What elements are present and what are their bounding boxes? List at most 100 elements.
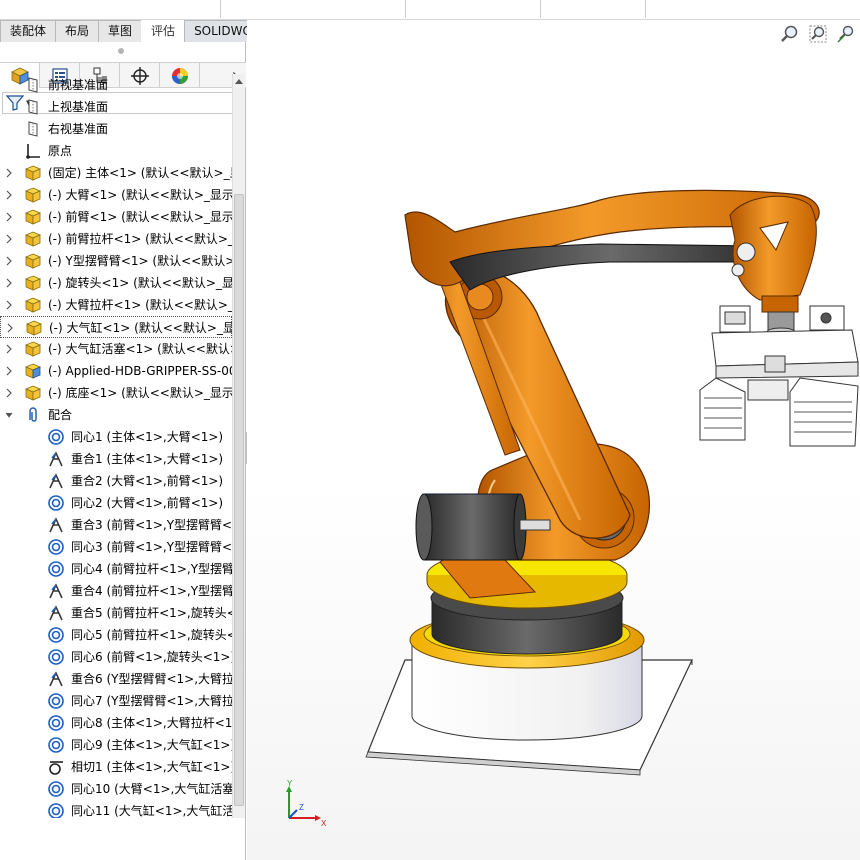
tree-item-right-plane[interactable]: 右视基准面: [0, 118, 232, 140]
tab-layout[interactable]: 布局: [55, 20, 100, 42]
tree-item-component[interactable]: (-) Y型摆臂臂<1> (默认<<默认>_: [0, 250, 232, 272]
tree-item-label: (固定) 主体<1> (默认<<默认>_显示: [48, 166, 232, 180]
tree-item-component[interactable]: (-) 大臂拉杆<1> (默认<<默认>_显: [0, 294, 232, 316]
graphics-area[interactable]: Y X Z: [247, 20, 860, 860]
concentric-mate-icon: [48, 649, 64, 665]
triad-x-label: X: [321, 819, 327, 828]
tree-item-mates-folder[interactable]: 配合: [0, 404, 232, 426]
expand-arrow-icon[interactable]: [4, 255, 14, 267]
tree-item-top-plane[interactable]: 上视基准面: [0, 96, 232, 118]
mate-item[interactable]: 同心3 (前臂<1>,Y型摆臂臂<1: [0, 536, 232, 558]
part-component-icon: [24, 165, 42, 181]
tab-evaluate[interactable]: 评估: [141, 20, 186, 42]
mate-item[interactable]: 同心11 (大气缸<1>,大气缸活: [0, 800, 232, 818]
mate-label: 重合5 (前臂拉杆<1>,旋转头<: [71, 606, 232, 620]
triad-y-label: Y: [287, 780, 293, 788]
mate-item[interactable]: 同心5 (前臂拉杆<1>,旋转头<: [0, 624, 232, 646]
mate-item[interactable]: 重合3 (前臂<1>,Y型摆臂臂<1: [0, 514, 232, 536]
tree-item-component[interactable]: (-) 前臂<1> (默认<<默认>_显示状: [0, 206, 232, 228]
concentric-mate-icon: [48, 429, 64, 445]
concentric-mate-icon: [48, 737, 64, 753]
expand-arrow-icon[interactable]: [4, 277, 14, 289]
coincident-mate-icon: [49, 473, 63, 489]
expand-arrow-icon[interactable]: [4, 343, 14, 355]
coincident-mate-icon: [49, 671, 63, 687]
mate-item[interactable]: 同心2 (大臂<1>,前臂<1>): [0, 492, 232, 514]
mate-item[interactable]: 同心6 (前臂<1>,旋转头<1>): [0, 646, 232, 668]
mate-item[interactable]: 重合2 (大臂<1>,前臂<1>): [0, 470, 232, 492]
tree-item-label: (-) 大臂<1> (默认<<默认>_显示状: [48, 188, 232, 202]
concentric-mate-icon: [48, 539, 64, 555]
concentric-mate-icon: [48, 627, 64, 643]
tree-item-label: (-) 旋转头<1> (默认<<默认>_显示: [48, 276, 232, 290]
scrollbar-thumb[interactable]: [234, 194, 244, 806]
tree-item-origin[interactable]: 原点: [0, 140, 232, 162]
mate-item[interactable]: 重合5 (前臂拉杆<1>,旋转头<: [0, 602, 232, 624]
mate-label: 同心1 (主体<1>,大臂<1>): [71, 430, 224, 444]
mate-item[interactable]: 同心7 (Y型摆臂臂<1>,大臂拉: [0, 690, 232, 712]
expand-arrow-icon[interactable]: [4, 189, 14, 201]
mate-label: 相切1 (主体<1>,大气缸<1>): [71, 760, 232, 774]
tree-item-label: (-) Applied-HDB-GRIPPER-SS-00: [48, 364, 232, 378]
tree-item-label: (-) 大臂拉杆<1> (默认<<默认>_显: [48, 298, 232, 312]
tree-item-component[interactable]: (-) 旋转头<1> (默认<<默认>_显示: [0, 272, 232, 294]
coincident-mate-icon: [49, 451, 63, 467]
mate-label: 同心5 (前臂拉杆<1>,旋转头<: [71, 628, 232, 642]
mate-label: 重合4 (前臂拉杆<1>,Y型摆臂: [71, 584, 232, 598]
concentric-mate-icon: [48, 561, 64, 577]
part-component-icon: [24, 341, 42, 357]
tab-assembly[interactable]: 装配体: [0, 20, 57, 42]
reference-triad: Y X Z: [286, 780, 327, 828]
tree-item-component[interactable]: (固定) 主体<1> (默认<<默认>_显示: [0, 162, 232, 184]
coincident-mate-icon: [49, 517, 63, 533]
concentric-mate-icon: [48, 715, 64, 731]
tree-item-component[interactable]: (-) 前臂拉杆<1> (默认<<默认>_显: [0, 228, 232, 250]
tree-item-component[interactable]: (-) 大气缸活塞<1> (默认<<默认>_: [0, 338, 232, 360]
mate-item[interactable]: 重合6 (Y型摆臂臂<1>,大臂拉: [0, 668, 232, 690]
paperclip-icon: [29, 407, 37, 422]
expand-arrow-icon[interactable]: [4, 211, 14, 223]
expand-arrow-icon[interactable]: [4, 365, 14, 377]
expand-arrow-icon[interactable]: [4, 167, 14, 179]
origin-icon: [26, 144, 40, 159]
part-component-icon: [24, 275, 42, 291]
mate-item[interactable]: 同心4 (前臂拉杆<1>,Y型摆臂: [0, 558, 232, 580]
expand-arrow-icon[interactable]: [4, 299, 14, 311]
expand-arrow-icon[interactable]: [5, 322, 15, 334]
part-component-icon: [24, 231, 42, 247]
mate-item[interactable]: 重合4 (前臂拉杆<1>,Y型摆臂: [0, 580, 232, 602]
mate-label: 同心9 (主体<1>,大气缸<1>): [71, 738, 232, 752]
tree-item-label: 上视基准面: [48, 100, 109, 114]
expand-arrow-icon[interactable]: [4, 233, 14, 245]
mate-label: 同心6 (前臂<1>,旋转头<1>): [71, 650, 232, 664]
tree-item-label: (-) 前臂拉杆<1> (默认<<默认>_显: [48, 232, 232, 246]
mate-item[interactable]: 重合1 (主体<1>,大臂<1>): [0, 448, 232, 470]
tangent-mate-icon: [49, 761, 63, 775]
rotating-head: [761, 295, 799, 337]
concentric-mate-icon: [48, 781, 64, 797]
tree-item-subassembly[interactable]: (-) Applied-HDB-GRIPPER-SS-00: [0, 360, 232, 382]
tree-scrollbar[interactable]: [232, 74, 245, 818]
mate-item[interactable]: 相切1 (主体<1>,大气缸<1>): [0, 756, 232, 778]
mate-label: 同心2 (大臂<1>,前臂<1>): [71, 496, 224, 510]
mate-label: 同心4 (前臂拉杆<1>,Y型摆臂: [71, 562, 232, 576]
tree-item-component-selected[interactable]: (-) 大气缸<1> (默认<<默认>_显示: [0, 316, 232, 338]
tree-item-component[interactable]: (-) 底座<1> (默认<<默认>_显示状: [0, 382, 232, 404]
mate-item[interactable]: 同心8 (主体<1>,大臂拉杆<1>: [0, 712, 232, 734]
collapse-arrow-icon[interactable]: [4, 409, 14, 421]
subassembly-icon: [24, 363, 42, 379]
scroll-up-arrow-icon[interactable]: [235, 79, 243, 84]
mate-item[interactable]: 同心10 (大臂<1>,大气缸活塞: [0, 778, 232, 800]
part-component-icon: [24, 253, 42, 269]
pane-grip-handle[interactable]: [118, 48, 124, 54]
part-component-icon: [24, 187, 42, 203]
robot-arm-model[interactable]: [247, 20, 860, 860]
mate-item[interactable]: 同心1 (主体<1>,大臂<1>): [0, 426, 232, 448]
tree-item-front-plane[interactable]: 前视基准面: [0, 74, 232, 96]
tree-item-component[interactable]: (-) 大臂<1> (默认<<默认>_显示状: [0, 184, 232, 206]
expand-arrow-icon[interactable]: [4, 387, 14, 399]
tab-sketch[interactable]: 草图: [98, 20, 143, 42]
mate-item[interactable]: 同心9 (主体<1>,大气缸<1>): [0, 734, 232, 756]
mate-label: 重合2 (大臂<1>,前臂<1>): [71, 474, 224, 488]
mate-label: 同心8 (主体<1>,大臂拉杆<1>: [71, 716, 232, 730]
